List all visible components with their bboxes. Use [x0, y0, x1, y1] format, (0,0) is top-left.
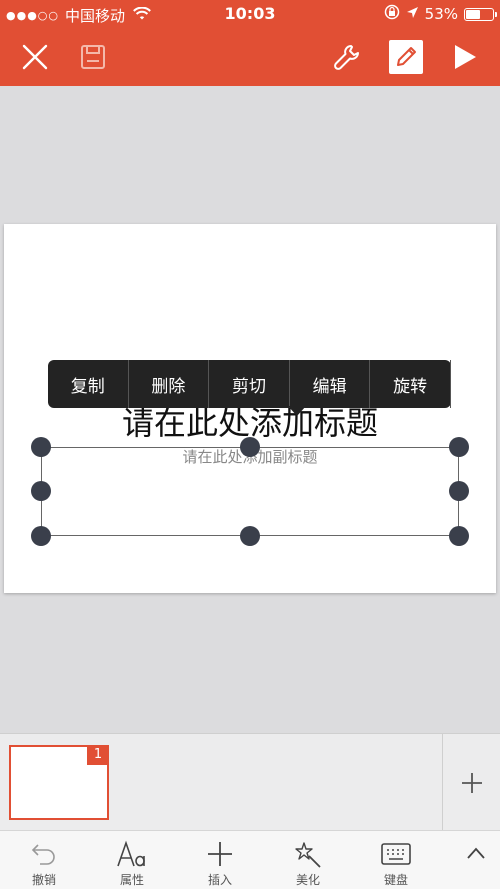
- context-menu-pointer: [288, 406, 306, 416]
- play-icon: [455, 45, 476, 69]
- chevron-up-icon: [467, 847, 485, 859]
- undo-button[interactable]: 撤销: [0, 831, 88, 889]
- resize-handle-bottom-right[interactable]: [449, 526, 469, 546]
- resize-handle-left[interactable]: [31, 481, 51, 501]
- undo-label: 撤销: [31, 873, 56, 887]
- rotation-lock-icon: [384, 4, 400, 24]
- expand-toolbar-button[interactable]: [466, 845, 486, 864]
- keyboard-icon: [381, 843, 411, 865]
- slide-thumbnail[interactable]: 1: [9, 745, 109, 820]
- battery-percent: 53%: [424, 5, 458, 23]
- insert-label: 插入: [207, 873, 232, 887]
- cut-menu-item[interactable]: 剪切: [209, 360, 290, 408]
- plus-icon: [461, 772, 482, 793]
- bottom-toolbar: 撤销 属性 插入 美化 键盘: [0, 830, 500, 889]
- undo-icon: [31, 844, 55, 865]
- battery-icon: [464, 7, 497, 21]
- wrench-icon: [334, 45, 359, 70]
- properties-label: 属性: [119, 873, 144, 887]
- pen-icon: [397, 47, 416, 66]
- beautify-button[interactable]: 美化: [264, 831, 352, 889]
- location-icon: [406, 5, 419, 23]
- close-button[interactable]: [6, 28, 64, 86]
- magic-wand-icon: [295, 842, 321, 868]
- selection-box[interactable]: [41, 447, 459, 536]
- resize-handle-bottom[interactable]: [240, 526, 260, 546]
- edit-mode-button[interactable]: [377, 28, 435, 86]
- resize-handle-top-right[interactable]: [449, 437, 469, 457]
- carrier-name: 中国移动: [65, 7, 126, 25]
- edit-menu-item[interactable]: 编辑: [290, 360, 371, 408]
- insert-plus-icon: [208, 842, 232, 866]
- save-icon: [81, 45, 105, 69]
- top-toolbar: [0, 28, 500, 86]
- resize-handle-top[interactable]: [240, 437, 260, 457]
- wifi-icon: [133, 6, 151, 25]
- slide-number-badge: 1: [87, 745, 109, 765]
- play-button[interactable]: [436, 28, 494, 86]
- save-button[interactable]: [64, 28, 122, 86]
- add-slide-button[interactable]: [442, 734, 500, 831]
- resize-handle-bottom-left[interactable]: [31, 526, 51, 546]
- keyboard-label: 键盘: [383, 873, 408, 887]
- close-icon: [22, 44, 48, 70]
- resize-handle-top-left[interactable]: [31, 437, 51, 457]
- status-bar: ●●●○○ 中国移动 10:03 53%: [0, 0, 500, 28]
- tools-button[interactable]: [318, 28, 376, 86]
- slide[interactable]: 请在此处添加标题 请在此处添加副标题: [4, 224, 496, 593]
- copy-menu-item[interactable]: 复制: [48, 360, 129, 408]
- keyboard-button[interactable]: 键盘: [352, 831, 440, 889]
- delete-menu-item[interactable]: 删除: [129, 360, 210, 408]
- rotate-menu-item[interactable]: 旋转: [370, 360, 451, 408]
- properties-button[interactable]: 属性: [88, 831, 176, 889]
- beautify-label: 美化: [295, 873, 320, 887]
- signal-strength: ●●●○○: [6, 9, 59, 22]
- slide-thumbnail-strip: 1: [0, 733, 500, 831]
- resize-handle-right[interactable]: [449, 481, 469, 501]
- insert-button[interactable]: 插入: [176, 831, 264, 889]
- slide-canvas: 请在此处添加标题 请在此处添加副标题: [0, 86, 500, 733]
- context-menu: 复制 删除 剪切 编辑 旋转: [48, 360, 451, 416]
- font-properties-icon: [117, 840, 145, 867]
